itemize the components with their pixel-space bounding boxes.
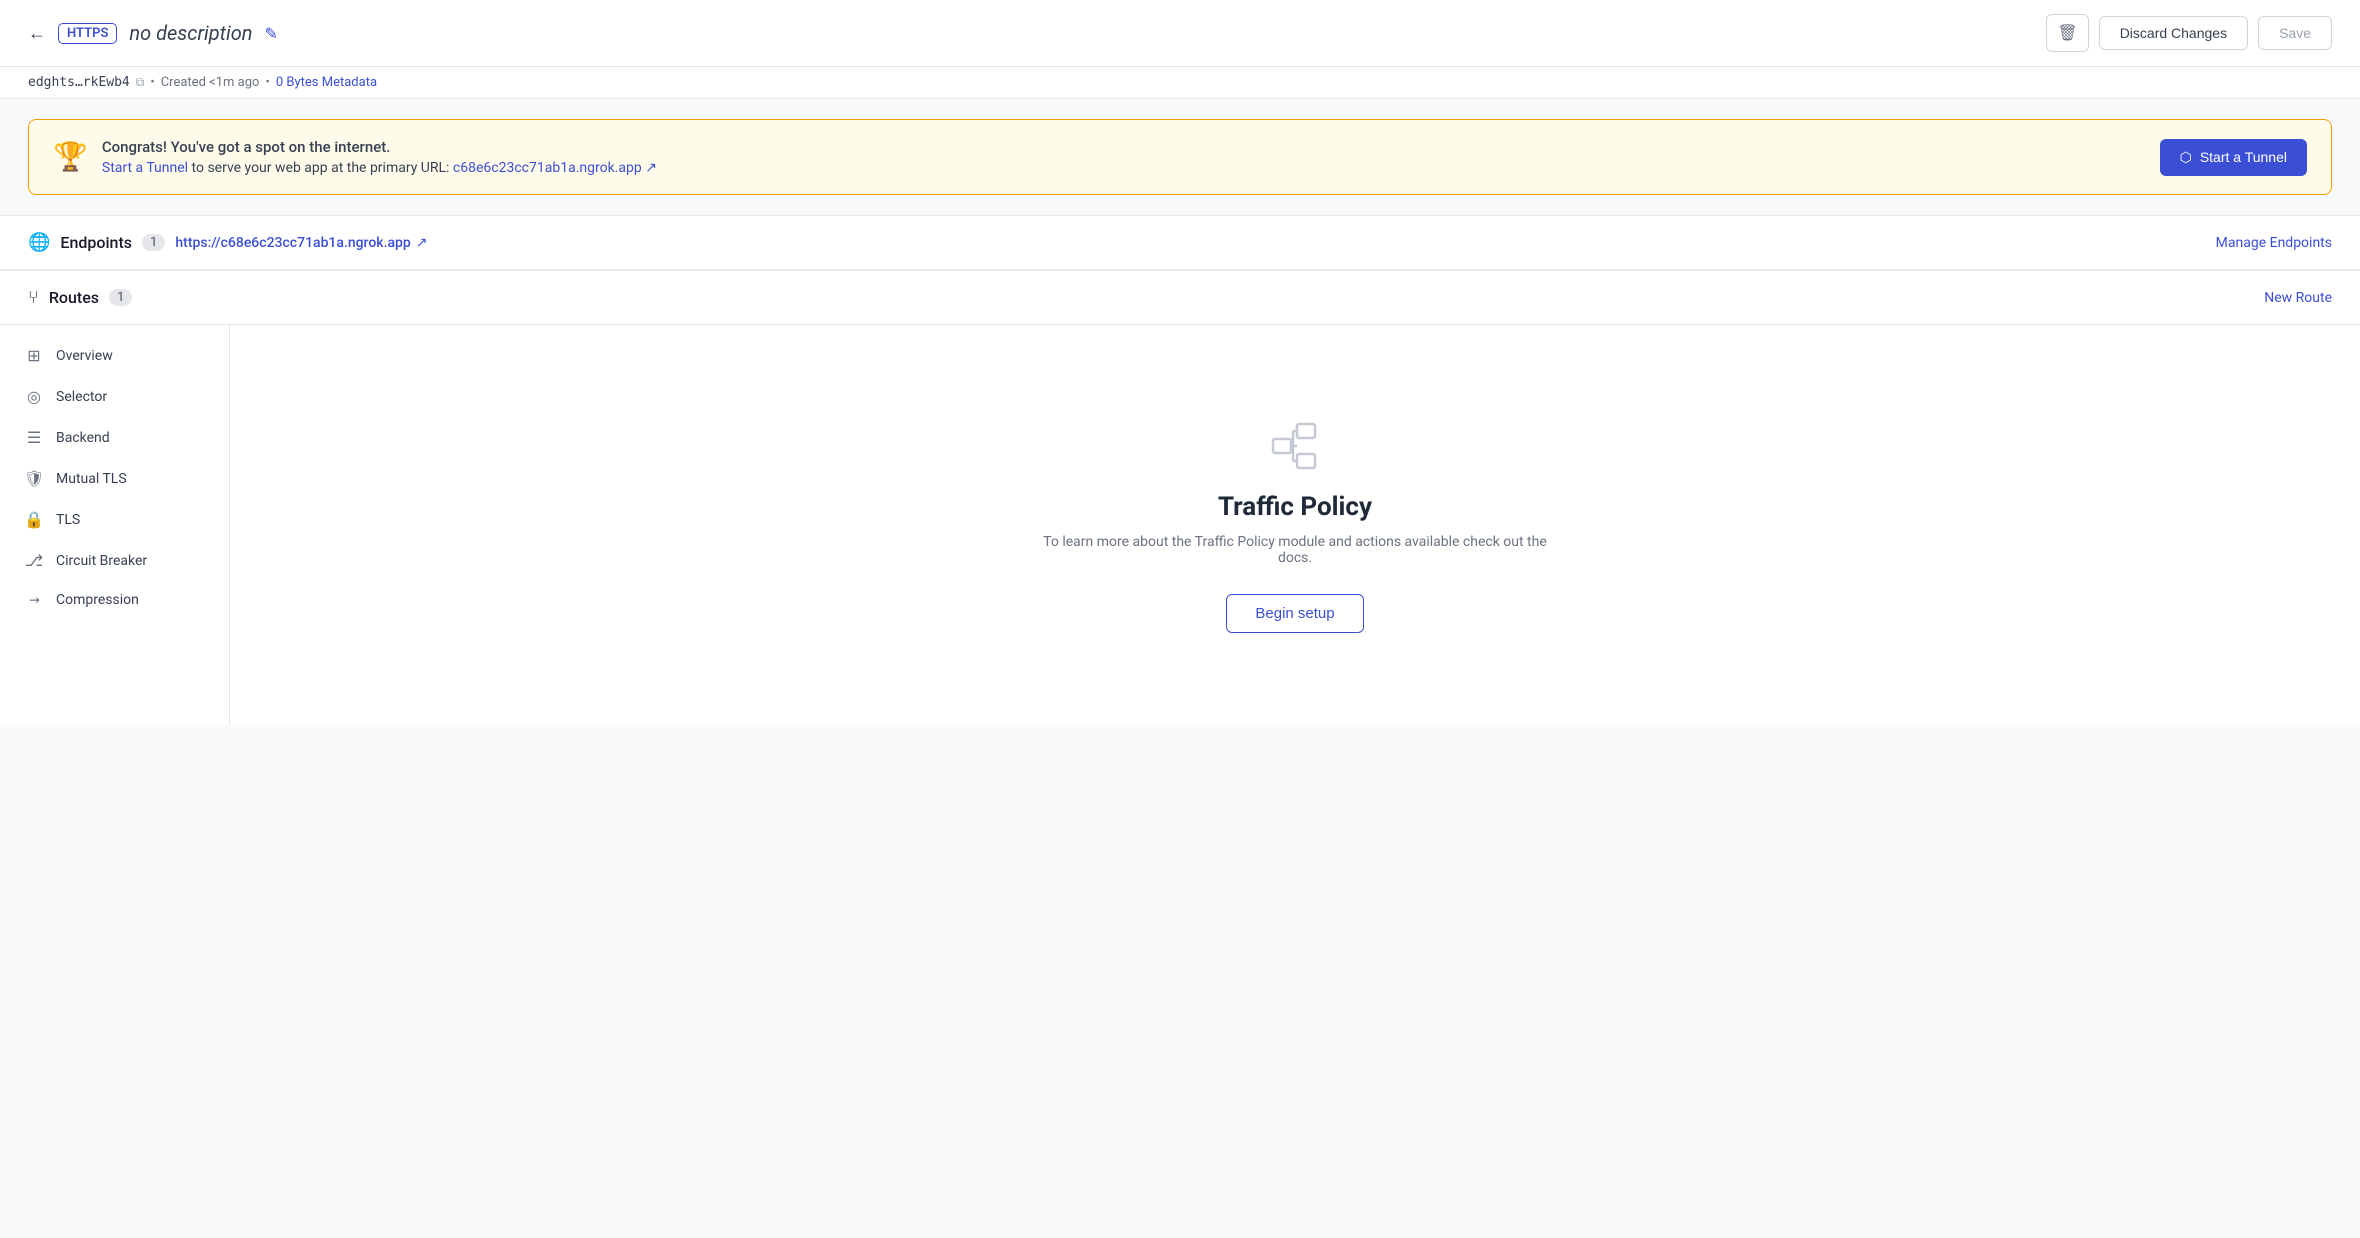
congrats-main-text: Congrats! You've got a spot on the inter… [102, 138, 657, 156]
sidebar: ⊞ Overview ◎ Selector ☰ Backend 🛡 Mutual… [0, 325, 230, 725]
sidebar-label-backend: Backend [56, 430, 110, 446]
routes-section: ⑂ Routes 1 New Route ⊞ Overview ◎ Select… [0, 270, 2360, 725]
top-bar-right: 🗑 Discard Changes Save [2046, 14, 2332, 52]
new-route-link[interactable]: New Route [2264, 290, 2332, 306]
endpoints-section: 🌐 Endpoints 1 https://c68e6c23cc71ab1a.n… [0, 215, 2360, 270]
delete-button[interactable]: 🗑 [2046, 14, 2088, 52]
content-area: ⊞ Overview ◎ Selector ☰ Backend 🛡 Mutual… [0, 325, 2360, 725]
overview-icon: ⊞ [24, 346, 44, 365]
sidebar-item-mutual-tls[interactable]: 🛡 Mutual TLS [0, 458, 229, 499]
routes-title: ⑂ Routes 1 [28, 287, 132, 308]
start-tunnel-btn-icon: ⬡ [2180, 149, 2192, 166]
selector-icon: ◎ [24, 387, 44, 406]
globe-icon: 🌐 [28, 232, 50, 253]
sidebar-item-compression[interactable]: ↗ Compression [0, 581, 229, 619]
save-button[interactable]: Save [2258, 16, 2332, 50]
start-tunnel-link[interactable]: Start a Tunnel [102, 160, 188, 176]
sidebar-label-mutual-tls: Mutual TLS [56, 471, 127, 487]
back-button[interactable]: ← [28, 23, 46, 44]
sidebar-label-compression: Compression [56, 592, 139, 608]
main-content: Traffic Policy To learn more about the T… [230, 325, 2360, 725]
traffic-policy-title: Traffic Policy [1218, 492, 1372, 522]
endpoints-label: Endpoints [60, 233, 132, 252]
manage-endpoints-link[interactable]: Manage Endpoints [2216, 235, 2332, 251]
circuit-breaker-icon: ⎇ [24, 551, 44, 570]
endpoints-header: 🌐 Endpoints 1 https://c68e6c23cc71ab1a.n… [0, 216, 2360, 270]
routes-header: ⑂ Routes 1 New Route [0, 271, 2360, 325]
created-text: Created <1m ago [161, 75, 260, 90]
routes-count: 1 [109, 289, 132, 306]
sidebar-item-tls[interactable]: 🔒 TLS [0, 499, 229, 540]
endpoints-count: 1 [142, 234, 165, 251]
tls-icon: 🔒 [24, 510, 44, 529]
edit-icon[interactable]: ✎ [265, 24, 278, 43]
https-badge: HTTPS [58, 23, 117, 44]
meta-bar: edghts…rkEwb4 ⧉ • Created <1m ago • 0 By… [0, 67, 2360, 99]
sidebar-label-selector: Selector [56, 389, 107, 405]
congrats-text: Congrats! You've got a spot on the inter… [102, 138, 657, 176]
congrats-left: 🏆 Congrats! You've got a spot on the int… [53, 138, 657, 176]
endpoint-id: edghts…rkEwb4 [28, 75, 130, 90]
trophy-icon: 🏆 [53, 140, 88, 173]
sidebar-item-selector[interactable]: ◎ Selector [0, 376, 229, 417]
sidebar-item-overview[interactable]: ⊞ Overview [0, 335, 229, 376]
copy-id-icon[interactable]: ⧉ [136, 75, 145, 90]
mutual-tls-icon: 🛡 [24, 469, 44, 488]
sidebar-label-overview: Overview [56, 348, 113, 364]
sidebar-item-backend[interactable]: ☰ Backend [0, 417, 229, 458]
page-title: no description [129, 21, 252, 45]
routes-icon: ⑂ [28, 287, 39, 308]
start-tunnel-button[interactable]: ⬡ Start a Tunnel [2160, 139, 2307, 176]
congrats-banner: 🏆 Congrats! You've got a spot on the int… [28, 119, 2332, 195]
sidebar-item-circuit-breaker[interactable]: ⎇ Circuit Breaker [0, 540, 229, 581]
sidebar-label-circuit-breaker: Circuit Breaker [56, 553, 147, 569]
metadata-link[interactable]: 0 Bytes Metadata [276, 75, 377, 90]
top-bar: ← HTTPS no description ✎ 🗑 Discard Chang… [0, 0, 2360, 67]
endpoints-url[interactable]: https://c68e6c23cc71ab1a.ngrok.app ↗ [175, 235, 427, 251]
ngrok-url-link[interactable]: c68e6c23cc71ab1a.ngrok.app ↗ [453, 160, 657, 176]
sidebar-label-tls: TLS [56, 512, 80, 528]
dot-separator-2: • [265, 75, 269, 90]
backend-icon: ☰ [24, 428, 44, 447]
discard-changes-button[interactable]: Discard Changes [2099, 16, 2248, 50]
top-bar-left: ← HTTPS no description ✎ [28, 21, 278, 45]
endpoints-title: 🌐 Endpoints 1 https://c68e6c23cc71ab1a.n… [28, 232, 427, 253]
start-tunnel-btn-label: Start a Tunnel [2200, 149, 2287, 165]
routes-label: Routes [49, 288, 99, 307]
dot-separator: • [150, 75, 154, 90]
traffic-policy-description: To learn more about the Traffic Policy m… [1035, 534, 1555, 566]
congrats-sub-text: Start a Tunnel to serve your web app at … [102, 160, 657, 176]
compression-icon: ↗ [22, 588, 47, 613]
begin-setup-button[interactable]: Begin setup [1226, 594, 1363, 633]
traffic-policy-icon [1267, 418, 1323, 474]
